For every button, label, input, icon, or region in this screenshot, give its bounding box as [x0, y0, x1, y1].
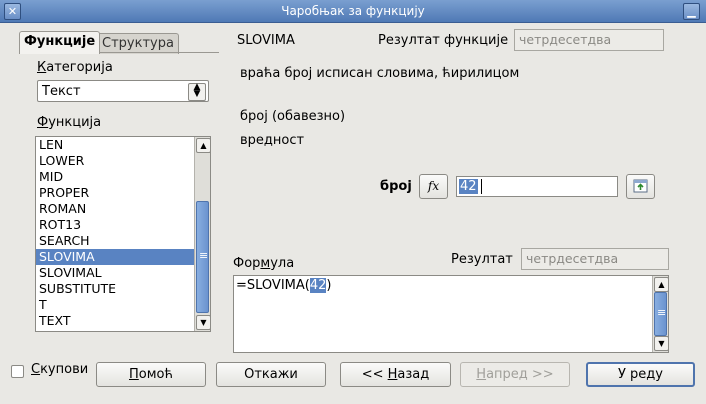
shrink-icon	[633, 179, 648, 193]
formula-scroll-thumb[interactable]	[654, 292, 667, 336]
list-item[interactable]: TRIM	[36, 329, 196, 331]
list-item[interactable]: ROMAN	[36, 201, 196, 217]
list-item[interactable]: SEARCH	[36, 233, 196, 249]
list-item[interactable]: TEXT	[36, 313, 196, 329]
scroll-down-icon[interactable]: ▼	[196, 315, 210, 330]
formula-result-label: Резултат	[451, 252, 513, 267]
function-name: SLOVIMA	[237, 33, 295, 48]
scroll-up-icon[interactable]: ▲	[196, 138, 210, 153]
scroll-thumb[interactable]	[196, 201, 209, 313]
list-item[interactable]: SLOVIMAL	[36, 265, 196, 281]
list-item[interactable]: LOWER	[36, 153, 196, 169]
function-list[interactable]: LEN LOWER MID PROPER ROMAN ROT13 SEARCH SLOVIMA…	[35, 136, 211, 332]
shrink-dialog-button[interactable]	[626, 174, 655, 199]
function-result-label: Резултат функције	[378, 33, 509, 48]
list-item[interactable]: SUBSTITUTE	[36, 281, 196, 297]
formula-text: =SLOVIMA(42)	[236, 278, 332, 293]
function-wizard-button[interactable]: fx	[419, 174, 448, 199]
function-list-scrollbar[interactable]: ▲ ▼	[194, 137, 210, 331]
window-title: Чаробњак за функцију	[281, 4, 425, 18]
parameter-name: број (обавезно)	[240, 109, 346, 124]
list-item[interactable]: MID	[36, 169, 196, 185]
category-value: Текст	[42, 84, 81, 99]
back-button[interactable]: << Назад	[340, 362, 451, 387]
argument-input[interactable]: 42	[456, 176, 618, 197]
combo-arrows-icon: ▲ ▼	[188, 83, 206, 101]
argument-value: 42	[459, 179, 478, 194]
list-item[interactable]: ROT13	[36, 217, 196, 233]
function-label: Функција	[37, 115, 102, 130]
formula-scrollbar[interactable]: ▲ ▼	[652, 276, 668, 352]
argument-label: број	[380, 179, 412, 194]
cancel-button[interactable]: Откажи	[216, 362, 326, 387]
function-result-field: четрдесетдва	[514, 29, 664, 51]
tab-functions[interactable]: Функције	[19, 31, 101, 54]
list-item[interactable]: PROPER	[36, 185, 196, 201]
fx-icon: fx	[427, 179, 440, 193]
category-select[interactable]: Текст ▲ ▼	[37, 80, 209, 102]
parameter-description: вредност	[240, 133, 305, 148]
help-button[interactable]: Помоћ	[96, 362, 206, 387]
array-checkbox[interactable]	[11, 365, 24, 378]
next-button[interactable]: Напред >>	[460, 362, 570, 387]
formula-scroll-up-icon[interactable]: ▲	[654, 277, 668, 292]
formula-result-field: четрдесетдва	[521, 248, 669, 270]
category-label: Категорија	[37, 60, 113, 75]
ok-button[interactable]: У реду	[586, 362, 695, 387]
formula-label: Формула	[233, 256, 295, 271]
array-label: Скупови	[31, 362, 89, 377]
list-item[interactable]: LEN	[36, 137, 196, 153]
formula-editor[interactable]: =SLOVIMA(42) ▲ ▼	[233, 275, 669, 353]
list-item[interactable]: SLOVIMA	[36, 249, 196, 265]
text-caret	[481, 179, 482, 194]
tab-structure[interactable]: Структура	[97, 33, 179, 54]
list-item[interactable]: T	[36, 297, 196, 313]
minimize-icon[interactable]: ▁	[683, 3, 700, 20]
function-description: враћа број исписан словима, ћирилицом	[240, 66, 520, 81]
title-bar: ✕ Чаробњак за функцију ▁	[0, 0, 706, 23]
formula-scroll-down-icon[interactable]: ▼	[654, 336, 668, 351]
